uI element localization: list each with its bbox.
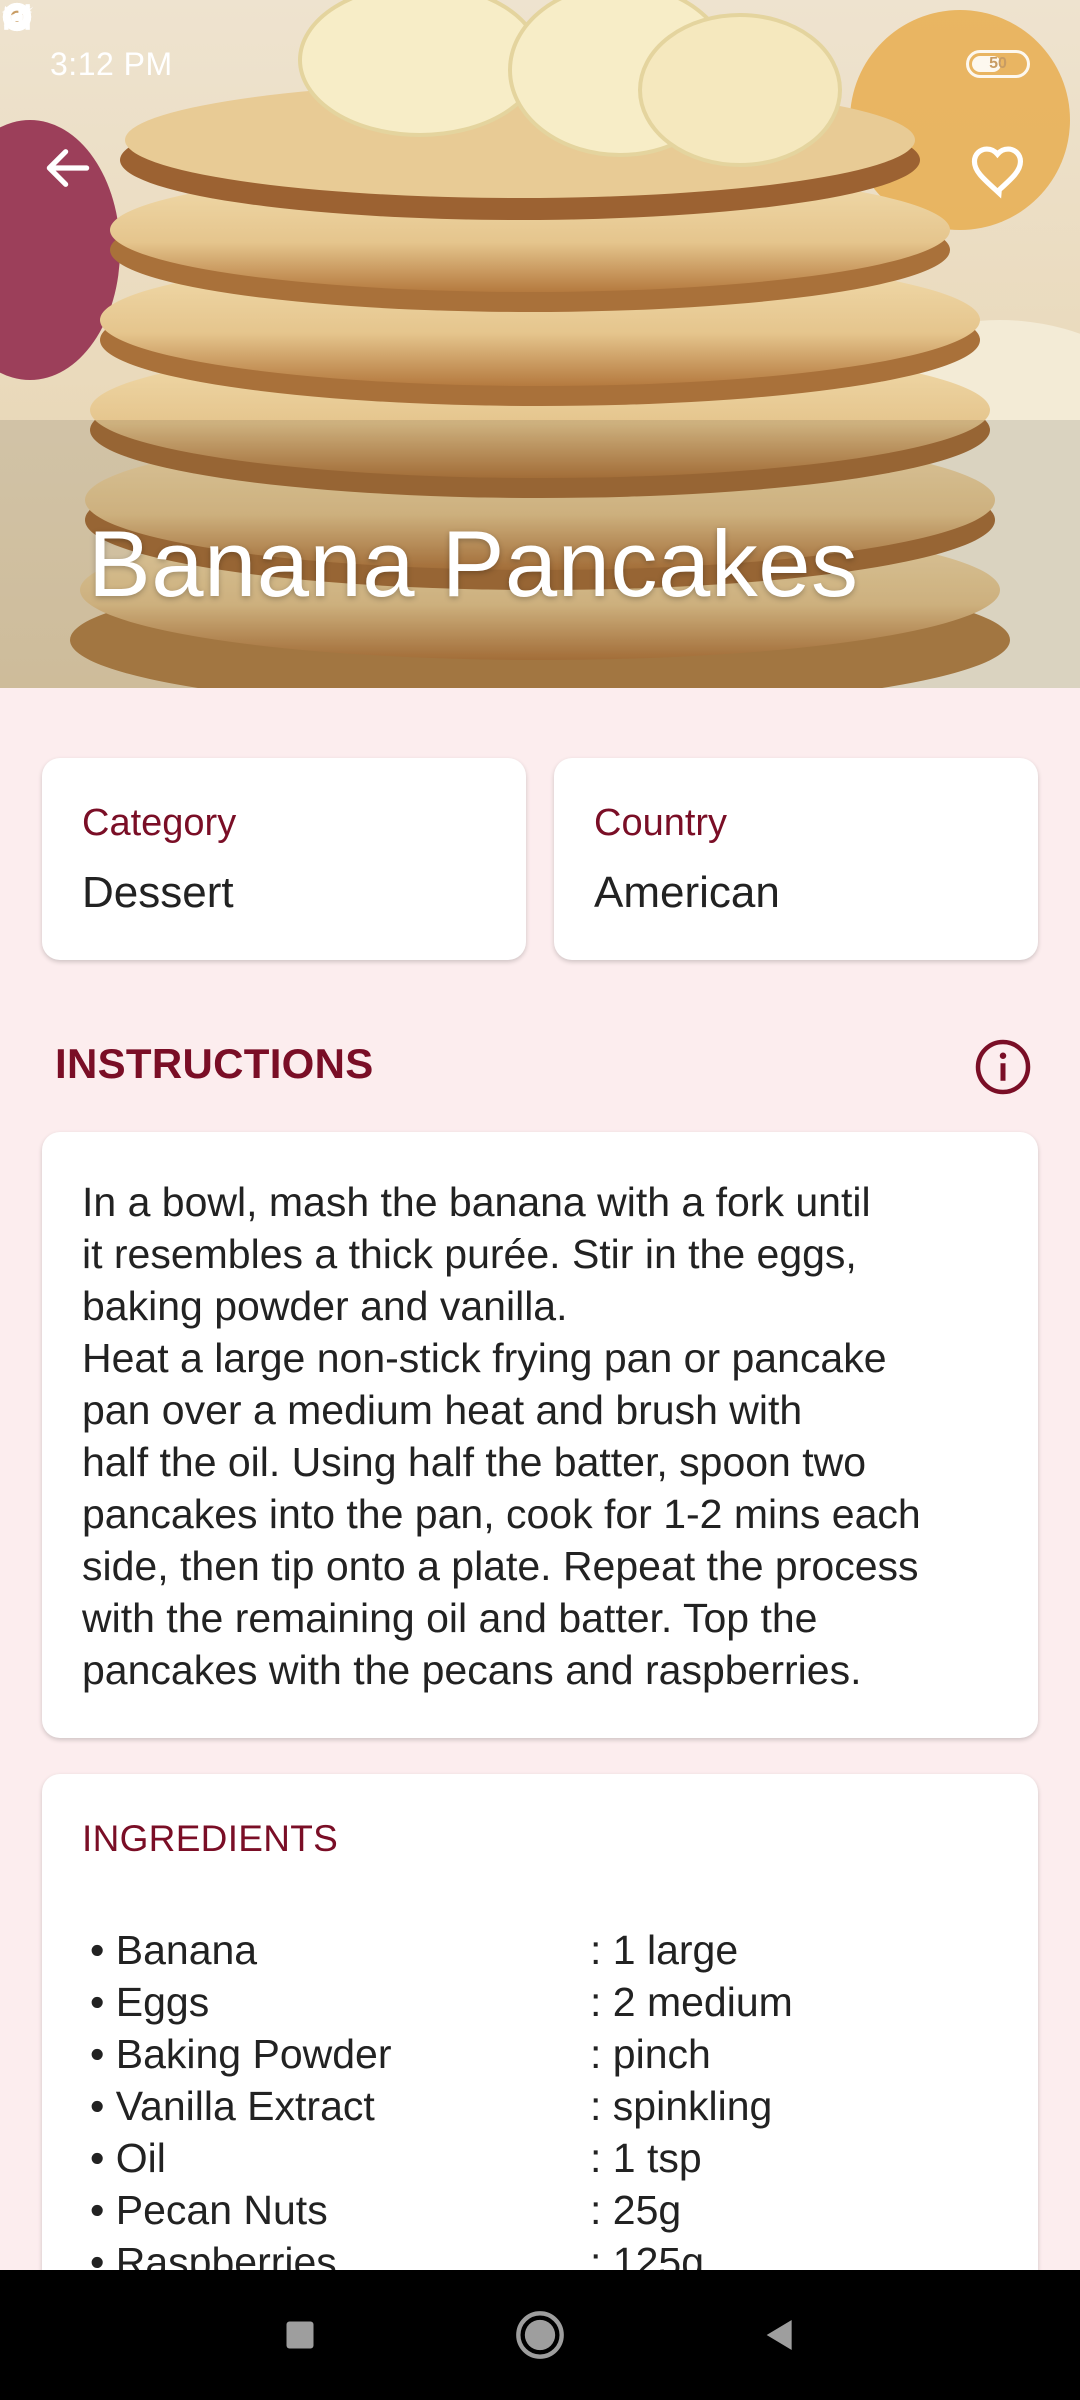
country-value: American: [594, 868, 780, 917]
ingredient-row: • Oil : 1 tsp: [90, 2132, 990, 2184]
recents-button[interactable]: [260, 2295, 340, 2375]
home-button[interactable]: [500, 2295, 580, 2375]
hero-image: 3:12 PM 50 Banana Pancakes: [0, 0, 1080, 688]
ingredient-name: • Pecan Nuts: [90, 2186, 328, 2233]
system-icons: 50: [2, 4, 1030, 78]
status-time: 3:12 PM: [50, 45, 173, 82]
ingredient-quantity: : spinkling: [590, 2082, 773, 2129]
ingredient-quantity: : 1 tsp: [590, 2134, 702, 2181]
favorite-button[interactable]: [968, 140, 1044, 216]
ingredient-row: • Vanilla Extract : spinkling: [90, 2080, 990, 2132]
instructions-card: In a bowl, mash the banana with a fork u…: [42, 1132, 1038, 1738]
ingredient-row: • Banana : 1 large: [90, 1924, 990, 1976]
info-circle-icon: [975, 1039, 1031, 1095]
recipe-title: Banana Pancakes: [88, 511, 859, 616]
category-value: Dessert: [82, 868, 234, 917]
wifi-icon: [2, 5, 32, 29]
battery-level: 50: [989, 55, 1007, 72]
recipe-detail-screen: 3:12 PM 50 Banana Pancakes Category Dess…: [0, 0, 1080, 2400]
category-card: Category Dessert: [42, 758, 526, 960]
ingredients-title: INGREDIENTS: [82, 1818, 339, 1859]
country-card: Country American: [554, 758, 1038, 960]
arrow-left-icon: [46, 149, 90, 187]
ingredient-row: • Pecan Nuts : 25g: [90, 2184, 990, 2236]
ingredient-row: • Eggs : 2 medium: [90, 1976, 990, 2028]
ingredient-name: • Baking Powder: [90, 2030, 392, 2077]
category-label: Category: [82, 802, 237, 844]
ingredient-quantity: : pinch: [590, 2030, 711, 2077]
square-icon: [286, 2321, 314, 2349]
back-button[interactable]: [40, 140, 116, 216]
ingredient-name: • Banana: [90, 1926, 258, 1973]
ingredient-quantity: : 2 medium: [590, 1978, 793, 2025]
ingredient-row: • Baking Powder : pinch: [90, 2028, 990, 2080]
ingredient-name: • Eggs: [90, 1978, 210, 2025]
info-button[interactable]: [972, 1036, 1034, 1098]
system-nav-bar: [0, 2270, 1080, 2400]
ingredients-list: • Banana : 1 large • Eggs : 2 medium • B…: [90, 1924, 990, 2288]
ingredient-name: • Vanilla Extract: [90, 2082, 375, 2129]
ingredient-quantity: : 25g: [590, 2186, 682, 2233]
ingredient-name: • Oil: [90, 2134, 166, 2181]
triangle-back-icon: [766, 2320, 792, 2350]
heart-outline-icon: [971, 146, 1024, 199]
circle-icon: [516, 2311, 564, 2359]
ingredient-quantity: : 1 large: [590, 1926, 739, 1973]
country-label: Country: [594, 802, 728, 844]
instructions-text: In a bowl, mash the banana with a fork u…: [82, 1179, 921, 1693]
instructions-header: INSTRUCTIONS: [55, 1040, 374, 1087]
status-bar: 3:12 PM 50: [0, 0, 1080, 128]
battery-icon: 50: [966, 50, 1030, 78]
nav-back-button[interactable]: [740, 2295, 820, 2375]
